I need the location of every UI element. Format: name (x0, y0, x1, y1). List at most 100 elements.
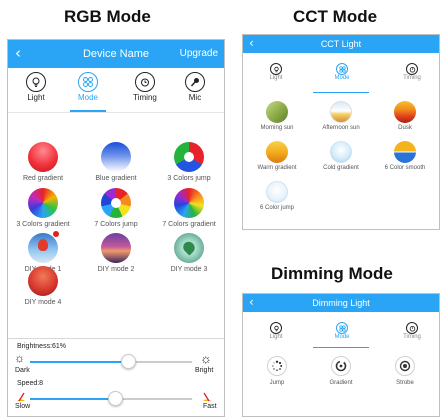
cct-phone-screen: ‹ CCT Light Light Mode Timing Morning su… (242, 34, 440, 230)
tab-label: Timing (133, 93, 157, 102)
diy-mode-1-swatch (28, 231, 59, 263)
grid-icon (78, 72, 98, 92)
tab-label: Mic (188, 93, 202, 102)
mode-label: Jump (269, 380, 285, 386)
diy-mode-2-swatch (101, 233, 131, 263)
seven-colors-jump-swatch (101, 188, 131, 218)
tab-label: Light (269, 75, 283, 81)
mode-warm-gradient[interactable]: Warm gradient (246, 141, 308, 171)
mode-label: Red gradient (22, 175, 64, 182)
grid-icon (336, 322, 348, 334)
red-gradient-swatch (28, 142, 58, 172)
swatch-center (184, 152, 194, 162)
mode-3-colors-jump[interactable]: 3 Colors jump (156, 142, 222, 182)
morning-sun-swatch (266, 101, 288, 123)
tab-timing[interactable]: Timing (395, 63, 429, 81)
cct-title: CCT Light (320, 39, 362, 49)
tab-label: Light (269, 334, 283, 340)
swatch-center (111, 198, 121, 208)
mode-strobe[interactable]: Strobe (374, 356, 436, 386)
tab-timing[interactable]: Timing (125, 72, 165, 102)
mode-diy-4[interactable]: DIY mode 4 (10, 266, 76, 306)
jump-icon (267, 356, 287, 376)
microphone-icon (185, 72, 205, 92)
rgb-mode-heading: RGB Mode (64, 7, 151, 26)
fast-indicator-icon (201, 389, 213, 402)
mode-jump[interactable]: Jump (246, 356, 308, 386)
mode-morning-sun[interactable]: Morning sun (246, 101, 308, 131)
alarm-clock-icon (406, 322, 418, 334)
tab-timing[interactable]: Timing (395, 322, 429, 340)
brightness-min-label: Dark (15, 367, 30, 374)
mode-7-colors-gradient[interactable]: 7 Colors gradient (156, 188, 222, 228)
dim-sun-icon: ☼ (14, 351, 25, 365)
tab-mode[interactable]: Mode (68, 72, 108, 102)
tab-label: Light (27, 93, 45, 102)
mode-blue-gradient[interactable]: Blue gradient (83, 142, 149, 182)
rgb-phone-screen: ‹ Device Name Upgrade Light Mode Timing (7, 39, 225, 417)
warm-gradient-swatch (266, 141, 288, 163)
rgb-tab-bar: Light Mode Timing Mic (8, 68, 224, 112)
tab-light[interactable]: Light (259, 63, 293, 81)
bulb-icon (26, 72, 46, 92)
mode-6-color-jump[interactable]: 6 Color jump (246, 181, 308, 211)
brightness-slider-fill (30, 361, 129, 363)
tab-mic[interactable]: Mic (175, 72, 215, 102)
tab-mode[interactable]: Mode (325, 322, 359, 340)
mode-red-gradient[interactable]: Red gradient (10, 142, 76, 182)
tab-light[interactable]: Light (259, 322, 293, 340)
bulb-icon (270, 322, 282, 334)
mode-3-colors-gradient[interactable]: 3 Colors gradient (10, 188, 76, 228)
mode-diy-2[interactable]: DIY mode 2 (83, 233, 149, 273)
mode-label: Gradient (329, 380, 353, 386)
upgrade-button[interactable]: Upgrade (180, 48, 218, 59)
cct-top-bar: ‹ CCT Light (243, 35, 439, 53)
mode-cold-gradient[interactable]: Cold gradient (310, 141, 372, 171)
mode-label: DIY mode 3 (170, 266, 208, 273)
mode-diy-3[interactable]: DIY mode 3 (156, 233, 222, 273)
dimming-phone-screen: ‹ Dimming Light Light Mode Timing Jump G… (242, 293, 440, 417)
cct-tab-bar: Light Mode Timing (243, 53, 439, 93)
active-tab-indicator (313, 92, 369, 93)
mode-label: 7 Colors gradient (162, 221, 216, 228)
mode-label: 6 Color jump (259, 205, 294, 211)
cct-mode-heading: CCT Mode (293, 7, 378, 26)
speed-label: Speed:8 (17, 380, 44, 387)
cold-gradient-swatch (330, 141, 352, 163)
tab-label: Mode (334, 334, 350, 340)
active-tab-indicator (313, 347, 369, 348)
mode-label: DIY mode 4 (24, 299, 62, 306)
alarm-clock-icon (135, 72, 155, 92)
brightness-label: Brightness:61% (17, 343, 67, 350)
mode-label: 3 Colors jump (167, 175, 211, 182)
mode-dusk[interactable]: Dusk (374, 101, 436, 131)
six-color-smooth-swatch (394, 141, 416, 163)
heart-shape-icon (180, 239, 198, 256)
dimming-tab-bar: Light Mode Timing (243, 312, 439, 348)
mode-label: 3 Colors gradient (16, 221, 70, 228)
alarm-clock-icon (406, 63, 418, 75)
diy-mode-4-swatch (28, 266, 58, 296)
tab-label: Mode (334, 75, 350, 81)
mode-7-colors-jump[interactable]: 7 Colors jump (83, 188, 149, 228)
speed-slider-thumb[interactable] (108, 391, 124, 406)
brightness-slider[interactable] (30, 354, 192, 369)
mode-afternoon-sun[interactable]: Afternoon sun (310, 101, 372, 131)
tab-light[interactable]: Light (16, 72, 56, 102)
mode-label: Blue gradient (95, 175, 137, 182)
mode-gradient[interactable]: Gradient (310, 356, 372, 386)
diy-mode-3-swatch (174, 233, 204, 263)
three-colors-gradient-swatch (28, 188, 58, 218)
brightness-slider-thumb[interactable] (121, 354, 137, 369)
speed-slider[interactable] (30, 391, 192, 406)
bright-sun-icon: ☼ (200, 351, 212, 366)
mode-label: Afternoon sun (322, 125, 360, 131)
tab-label: Timing (403, 75, 421, 81)
dusk-swatch (394, 101, 416, 123)
mode-6-color-smooth[interactable]: 6 Color smooth (374, 141, 436, 171)
slow-indicator-icon (15, 389, 27, 402)
mode-label: Dusk (398, 125, 412, 131)
tab-mode[interactable]: Mode (325, 63, 359, 81)
mode-label: 6 Color smooth (384, 165, 426, 171)
speed-max-label: Fast (203, 403, 217, 410)
